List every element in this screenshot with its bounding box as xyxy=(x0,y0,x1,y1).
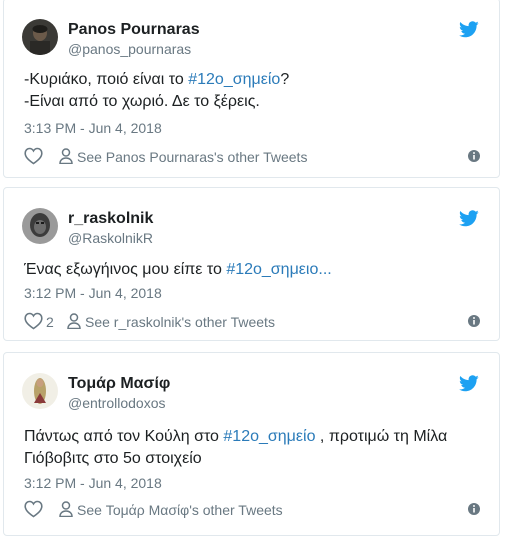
see-other-tweets-link[interactable]: See Τομάρ Μασίφ's other Tweets xyxy=(77,501,283,519)
tweet-text-line: Πάντως από τον Κούλη στο #12ο_σημείο , π… xyxy=(24,426,481,448)
info-icon[interactable] xyxy=(467,149,481,163)
tweet-timestamp[interactable]: 3:13 PM - Jun 4, 2018 xyxy=(24,119,162,137)
tweet-text: Ένας εξωγήινος μου είπε το #12ο_σημειο..… xyxy=(24,259,481,281)
info-icon[interactable] xyxy=(467,314,481,328)
tweet-card: Panos Pournaras @panos_pournaras -Κυριάκ… xyxy=(3,0,500,178)
author-handle[interactable]: @RaskolnikR xyxy=(68,229,153,247)
heart-icon[interactable] xyxy=(24,312,43,330)
info-icon[interactable] xyxy=(467,502,481,516)
hashtag-link[interactable]: #12ο_σημείο xyxy=(188,71,280,88)
tweet-timestamp[interactable]: 3:12 PM - Jun 4, 2018 xyxy=(24,284,162,302)
tweet-actions: See Τομάρ Μασίφ's other Tweets xyxy=(24,500,481,520)
tweet-card: r_raskolnik @RaskolnikR Ένας εξωγήινος μ… xyxy=(3,187,500,341)
tweet-card: Τομάρ Μασίφ @entrollodoxos Πάντως από το… xyxy=(3,352,500,536)
author-handle[interactable]: @entrollodoxos xyxy=(68,394,166,412)
avatar[interactable] xyxy=(22,208,58,244)
avatar[interactable] xyxy=(22,373,58,409)
text-segment: , προτιμώ τη Μίλα xyxy=(315,428,448,445)
author-handle[interactable]: @panos_pournaras xyxy=(68,40,191,58)
person-icon xyxy=(67,313,81,329)
tweet-text-line: -Κυριάκο, ποιό είναι το #12ο_σημείο? xyxy=(24,69,481,91)
tweet-actions: 2 See r_raskolnik's other Tweets xyxy=(24,312,481,332)
tweet-text-line: -Είναι από το χωριό. Δε το ξέρεις. xyxy=(24,91,481,113)
twitter-bird-icon[interactable] xyxy=(459,375,479,392)
tweet-actions: See Panos Pournaras's other Tweets xyxy=(24,147,481,167)
heart-icon[interactable] xyxy=(24,147,43,165)
text-segment: Γιόβοβιτς στο 5ο στοιχείο xyxy=(24,450,202,467)
see-other-tweets-link[interactable]: See r_raskolnik's other Tweets xyxy=(85,313,275,331)
text-segment: -Είναι από το χωριό. Δε το ξέρεις. xyxy=(24,93,260,110)
text-segment: -Κυριάκο, ποιό είναι το xyxy=(24,71,189,88)
tweet-text-line: Ένας εξωγήινος μου είπε το #12ο_σημειο..… xyxy=(24,259,481,281)
author-name[interactable]: Panos Pournaras xyxy=(68,20,200,40)
hashtag-link[interactable]: #12ο_σημείο xyxy=(223,428,315,445)
hashtag-link[interactable]: #12ο_σημειο... xyxy=(226,261,331,278)
author-name[interactable]: r_raskolnik xyxy=(68,209,153,229)
tweet-text-line: Γιόβοβιτς στο 5ο στοιχείο xyxy=(24,448,481,470)
text-segment: Ένας εξωγήινος μου είπε το xyxy=(24,261,227,278)
person-icon xyxy=(59,501,73,517)
twitter-bird-icon[interactable] xyxy=(459,21,479,38)
text-segment: ? xyxy=(280,71,290,88)
author-name[interactable]: Τομάρ Μασίφ xyxy=(68,374,170,394)
tweet-text: Πάντως από τον Κούλη στο #12ο_σημείο , π… xyxy=(24,426,481,470)
tweet-text: -Κυριάκο, ποιό είναι το #12ο_σημείο? -Εί… xyxy=(24,69,481,113)
person-icon xyxy=(59,148,73,164)
heart-icon[interactable] xyxy=(24,500,43,518)
tweet-timestamp[interactable]: 3:12 PM - Jun 4, 2018 xyxy=(24,474,162,492)
twitter-bird-icon[interactable] xyxy=(459,210,479,227)
like-count: 2 xyxy=(46,314,54,330)
avatar[interactable] xyxy=(22,19,58,55)
see-other-tweets-link[interactable]: See Panos Pournaras's other Tweets xyxy=(77,148,307,166)
text-segment: Πάντως από τον Κούλη στο xyxy=(24,428,224,445)
